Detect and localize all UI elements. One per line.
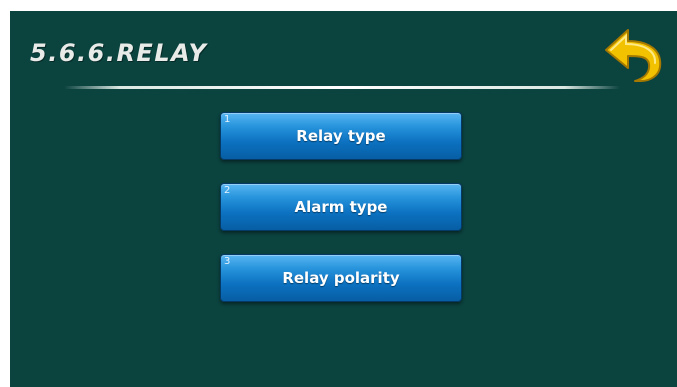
page-title: 5.6.6.RELAY [30, 39, 208, 67]
menu-item-label: Alarm type [294, 198, 388, 216]
back-arrow-icon [605, 29, 662, 82]
relay-type-button[interactable]: 1 Relay type [220, 112, 462, 160]
menu-item-label: Relay type [296, 127, 386, 145]
relay-polarity-button[interactable]: 3 Relay polarity [220, 254, 462, 302]
title-divider [64, 86, 620, 89]
relay-menu-screen: 5.6.6.RELAY 1 Relay type 2 Alarm type 3 … [10, 11, 677, 387]
back-button[interactable] [602, 23, 668, 83]
menu-item-label: Relay polarity [282, 269, 400, 287]
alarm-type-button[interactable]: 2 Alarm type [220, 183, 462, 231]
